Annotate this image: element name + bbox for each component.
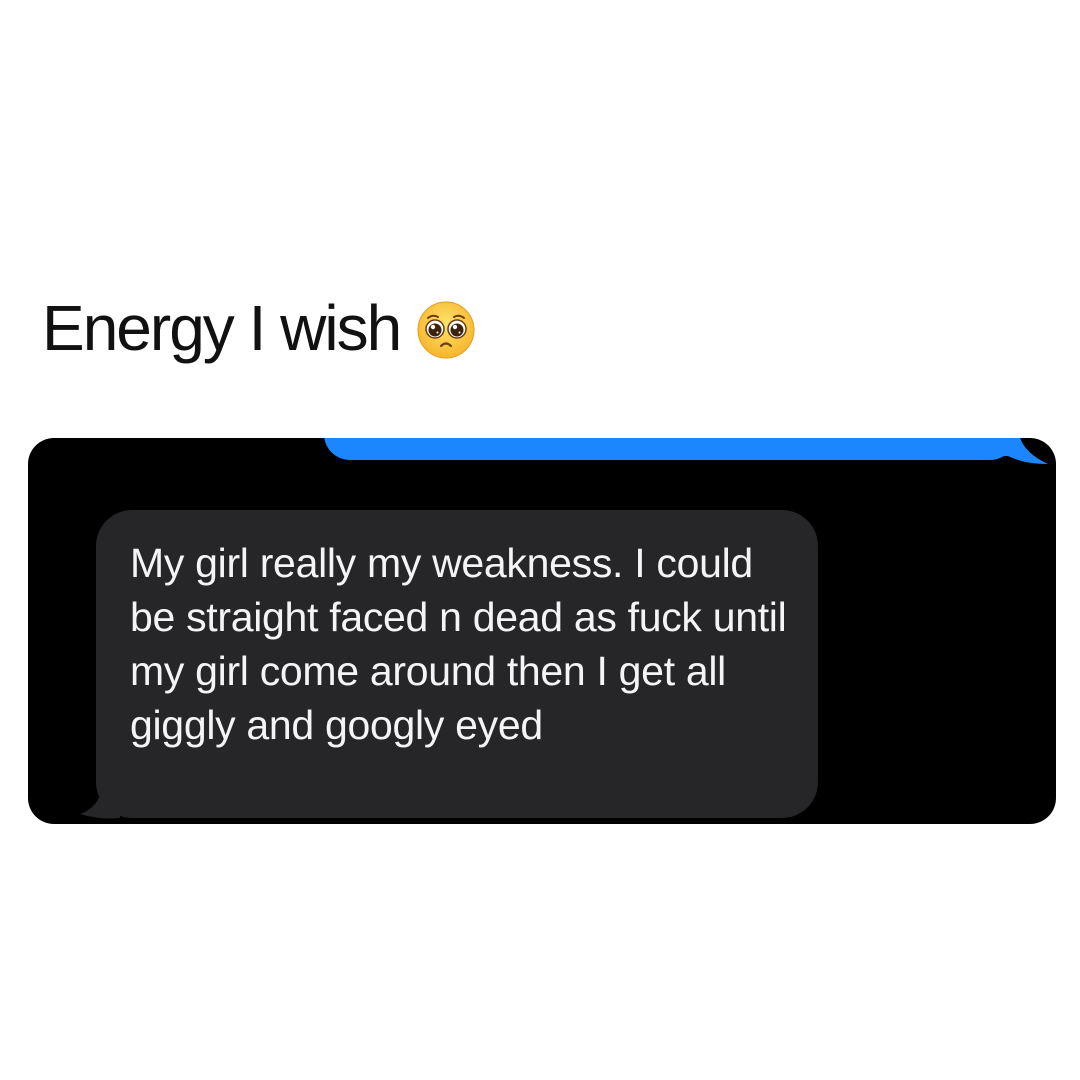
caption-text: Energy I wish bbox=[42, 292, 402, 364]
received-message-bubble[interactable]: My girl really my weakness. I could be s… bbox=[96, 510, 818, 818]
received-message-text: My girl really my weakness. I could be s… bbox=[130, 540, 787, 748]
pleading-face-emoji-icon bbox=[416, 300, 476, 360]
sent-bubble-tail bbox=[986, 438, 1048, 464]
sent-message-bubble[interactable] bbox=[324, 438, 1016, 460]
chat-panel: My girl really my weakness. I could be s… bbox=[28, 438, 1056, 824]
caption: Energy I wish bbox=[42, 288, 476, 368]
